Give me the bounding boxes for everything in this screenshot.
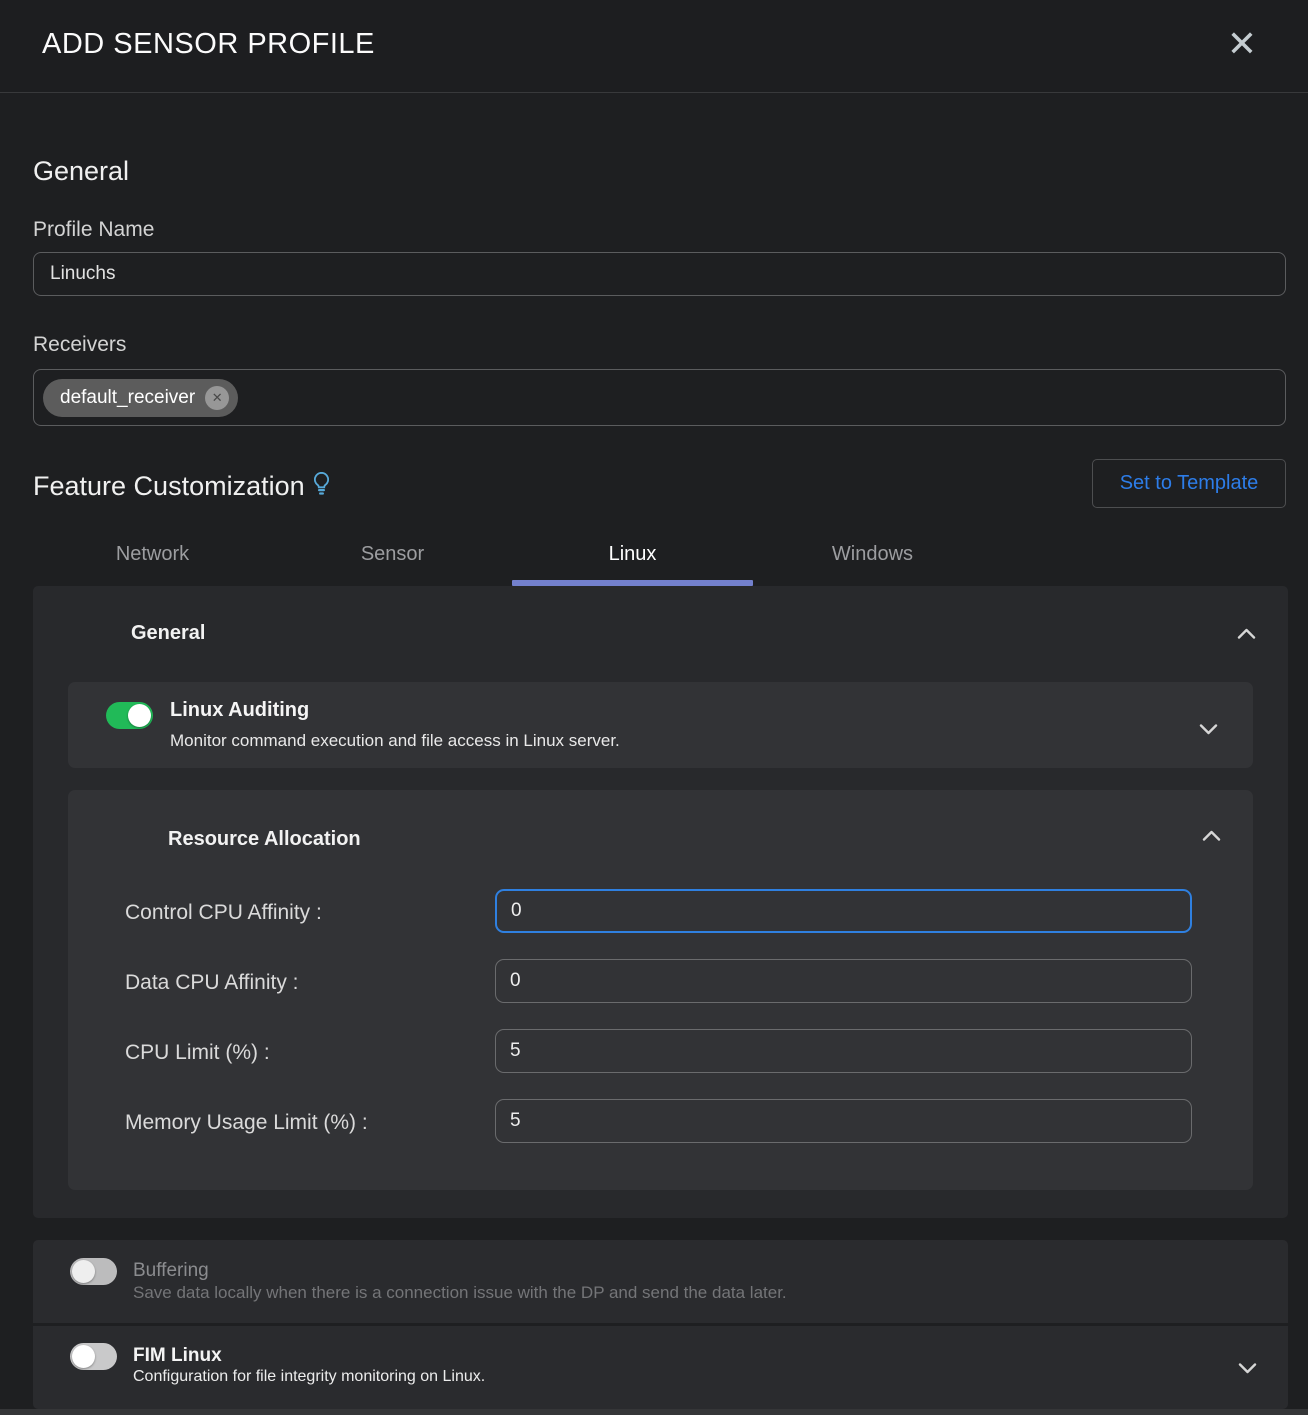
toggle-knob — [72, 1260, 95, 1283]
general-heading: General — [33, 156, 129, 187]
tab-sensor[interactable]: Sensor — [272, 527, 513, 581]
buffering-description: Save data locally when there is a connec… — [133, 1283, 787, 1303]
feature-customization-label: Feature Customization — [33, 471, 305, 502]
modal-footer-edge — [0, 1409, 1308, 1415]
chip-remove-icon[interactable]: ✕ — [205, 386, 229, 410]
buffering-card — [33, 1240, 1288, 1323]
memory-usage-limit-label: Memory Usage Limit (%) : — [125, 1111, 368, 1135]
memory-usage-limit-input[interactable] — [495, 1099, 1192, 1143]
fim-linux-title: FIM Linux — [133, 1345, 222, 1367]
section-header-general: General — [131, 622, 205, 645]
resource-allocation-title: Resource Allocation — [168, 828, 361, 851]
toggle-knob — [128, 704, 151, 727]
cpu-limit-input[interactable] — [495, 1029, 1192, 1073]
linux-auditing-toggle[interactable] — [106, 702, 153, 729]
profile-name-label: Profile Name — [33, 218, 154, 242]
buffering-toggle[interactable] — [70, 1258, 117, 1285]
profile-name-input[interactable] — [33, 252, 1286, 296]
fim-linux-chevron-down-icon[interactable] — [1238, 1361, 1257, 1379]
general-collapse-chevron-up-icon[interactable] — [1237, 626, 1256, 644]
cpu-limit-label: CPU Limit (%) : — [125, 1041, 270, 1065]
receiver-chip-label: default_receiver — [60, 387, 195, 409]
tab-linux[interactable]: Linux — [512, 527, 753, 581]
data-cpu-affinity-label: Data CPU Affinity : — [125, 971, 299, 995]
linux-auditing-chevron-down-icon[interactable] — [1199, 722, 1218, 740]
fim-linux-description: Configuration for file integrity monitor… — [133, 1368, 485, 1386]
close-icon[interactable]: ✕ — [1220, 22, 1264, 66]
data-cpu-affinity-input[interactable] — [495, 959, 1192, 1003]
modal-title: ADD SENSOR PROFILE — [42, 28, 375, 61]
tab-windows[interactable]: Windows — [752, 527, 993, 581]
feature-customization-heading: Feature Customization — [33, 469, 329, 503]
control-cpu-affinity-input[interactable] — [495, 889, 1192, 933]
modal-header: ADD SENSOR PROFILE ✕ — [0, 0, 1308, 93]
receivers-input[interactable]: default_receiver ✕ — [33, 369, 1286, 426]
receiver-chip: default_receiver ✕ — [43, 379, 238, 417]
linux-auditing-card — [68, 682, 1253, 768]
bulb-icon — [314, 472, 329, 503]
linux-auditing-title: Linux Auditing — [170, 699, 309, 722]
control-cpu-affinity-label: Control CPU Affinity : — [125, 901, 322, 925]
resource-allocation-chevron-up-icon[interactable] — [1202, 828, 1221, 846]
fim-linux-toggle[interactable] — [70, 1343, 117, 1370]
set-to-template-button[interactable]: Set to Template — [1092, 459, 1286, 508]
linux-auditing-description: Monitor command execution and file acces… — [170, 731, 620, 751]
buffering-title: Buffering — [133, 1260, 209, 1282]
add-sensor-profile-modal: ADD SENSOR PROFILE ✕ General Profile Nam… — [0, 0, 1308, 1415]
tab-network[interactable]: Network — [32, 527, 273, 581]
toggle-knob — [72, 1345, 95, 1368]
receivers-label: Receivers — [33, 333, 126, 357]
